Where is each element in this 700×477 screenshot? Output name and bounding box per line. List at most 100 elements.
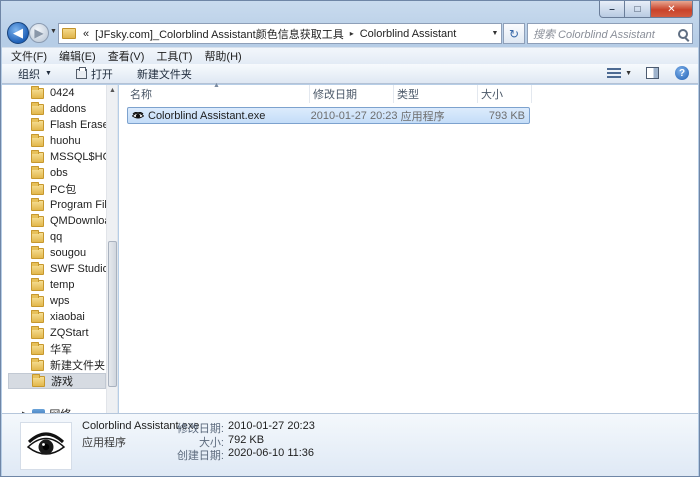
- file-type: 应用程序: [400, 110, 445, 123]
- sidebar-item-program-files[interactable]: Program Files: [8, 197, 106, 213]
- address-row: ◀ ▶ ▼ « [JFsky.com]_Colorblind Assistant…: [1, 19, 699, 47]
- breadcrumb-item[interactable]: [JFsky.com]_Colorblind Assistant颜色信息获取工具: [95, 26, 344, 42]
- eye-icon: [132, 111, 144, 118]
- sidebar-item-wps[interactable]: wps: [8, 293, 106, 309]
- folder-icon: [31, 101, 44, 115]
- sidebar-item-new-folder[interactable]: 新建文件夹: [8, 357, 106, 373]
- sidebar-item-temp[interactable]: temp: [8, 277, 106, 293]
- sidebar-item-label: 华军: [50, 344, 72, 356]
- address-bar[interactable]: « [JFsky.com]_Colorblind Assistant颜色信息获取…: [58, 23, 502, 44]
- sidebar-item-swf-studio[interactable]: SWF Studio: [8, 261, 106, 277]
- breadcrumb-item[interactable]: Colorblind Assistant: [360, 28, 457, 40]
- folder-icon: [31, 245, 44, 259]
- minimize-button[interactable]: –: [599, 1, 625, 18]
- file-date: 2010-01-27 20:23: [310, 109, 398, 122]
- sidebar-item-label: 0424: [50, 87, 75, 99]
- back-button[interactable]: ◀: [7, 22, 29, 44]
- details-size-value: 792 KB: [228, 434, 265, 446]
- sidebar-item-sougou[interactable]: sougou: [8, 245, 106, 261]
- folder-icon: [31, 117, 44, 131]
- sidebar-item-label: qq: [50, 231, 63, 243]
- folder-icon: [31, 133, 44, 147]
- folder-icon: [31, 165, 44, 179]
- file-list: 名称 ▲ 修改日期 类型 大小 Colorblind Assistant.exe…: [119, 82, 698, 413]
- sidebar-item-addons[interactable]: addons: [8, 101, 106, 117]
- sidebar-item-qq[interactable]: qq: [8, 229, 106, 245]
- preview-pane-icon[interactable]: [646, 67, 659, 79]
- sidebar-item-label: Flash Eraser: [50, 119, 106, 131]
- details-file-type: 应用程序: [82, 437, 126, 449]
- menu-help[interactable]: 帮助(H): [204, 48, 241, 64]
- search-input[interactable]: 搜索 Colorblind Assistant: [527, 23, 693, 44]
- scroll-up-icon[interactable]: ▲: [109, 87, 116, 94]
- nav-scrollbar[interactable]: ▲: [106, 85, 117, 413]
- menu-file[interactable]: 文件(F): [11, 48, 47, 64]
- menu-tools[interactable]: 工具(T): [156, 48, 192, 64]
- change-view-icon[interactable]: [607, 68, 622, 78]
- view-options-dropdown[interactable]: ▼: [625, 70, 632, 77]
- breadcrumb-overflow[interactable]: «: [83, 28, 89, 40]
- sidebar-item-mssql-home[interactable]: MSSQL$HOME: [8, 149, 106, 165]
- column-header-label: 类型: [397, 89, 419, 101]
- back-arrow-icon: ◀: [13, 25, 23, 40]
- sidebar-item-huajun[interactable]: 华军: [8, 341, 106, 357]
- sidebar-item-label: huohu: [50, 135, 81, 147]
- details-created-value: 2020-06-10 11:36: [228, 447, 315, 459]
- column-header-date[interactable]: 修改日期: [310, 85, 394, 103]
- file-name-cell: Colorblind Assistant.exe: [128, 110, 309, 122]
- sidebar-item-qmdownload[interactable]: QMDownload: [8, 213, 106, 229]
- scrollbar-thumb[interactable]: [108, 241, 117, 387]
- folder-icon: [31, 85, 44, 99]
- folder-icon: [31, 229, 44, 243]
- sidebar-item-label: 游戏: [51, 376, 73, 388]
- column-header-type[interactable]: 类型: [394, 85, 478, 103]
- details-pane: Colorblind Assistant.exe 应用程序 修改日期: 2010…: [2, 413, 698, 476]
- forward-button[interactable]: ▶: [29, 23, 49, 43]
- menu-edit[interactable]: 编辑(E): [59, 48, 96, 64]
- column-header-label: 大小: [481, 89, 503, 101]
- sidebar-item-label: xiaobai: [50, 311, 85, 323]
- new-folder-button[interactable]: 新建文件夹: [137, 66, 192, 82]
- menu-bar: 文件(F) 编辑(E) 查看(V) 工具(T) 帮助(H): [2, 47, 698, 64]
- sidebar-item-zqstart[interactable]: ZQStart: [8, 325, 106, 341]
- sidebar-item-network[interactable]: ▶ 网络: [22, 406, 71, 413]
- maximize-button[interactable]: □: [625, 1, 651, 18]
- sidebar-item-flash-eraser[interactable]: Flash Eraser: [8, 117, 106, 133]
- help-icon[interactable]: ?: [675, 66, 689, 80]
- breadcrumb-separator[interactable]: ▸: [350, 29, 354, 38]
- sidebar-item-label: sougou: [50, 247, 87, 259]
- sidebar-item-pc-bao[interactable]: PC包: [8, 181, 106, 197]
- folder-icon: [62, 28, 76, 39]
- refresh-button[interactable]: ↻: [503, 23, 525, 44]
- new-folder-label: 新建文件夹: [136, 68, 192, 81]
- open-button[interactable]: 打开: [75, 66, 113, 82]
- menu-view[interactable]: 查看(V): [108, 48, 145, 64]
- file-row[interactable]: Colorblind Assistant.exe 2010-01-27 20:2…: [127, 107, 530, 124]
- sidebar-item-0424[interactable]: 0424: [8, 85, 106, 101]
- column-header-label: 名称: [130, 89, 152, 101]
- folder-icon: [31, 277, 44, 291]
- folder-icon: [32, 374, 45, 387]
- folder-icon: [31, 293, 44, 307]
- column-header-label: 修改日期: [313, 89, 357, 101]
- folder-icon: [31, 309, 44, 323]
- sort-ascending-icon: ▲: [213, 82, 220, 89]
- open-icon: [75, 66, 87, 79]
- details-modified-value: 2010-01-27 20:23: [228, 420, 315, 432]
- sidebar-item-label: 网络: [49, 406, 71, 413]
- column-header-name[interactable]: 名称 ▲: [127, 82, 310, 103]
- column-header-size[interactable]: 大小: [478, 85, 532, 103]
- address-dropdown-icon[interactable]: ▼: [489, 30, 501, 37]
- sidebar-item-obs[interactable]: obs: [8, 165, 106, 181]
- forward-arrow-icon: ▶: [34, 26, 44, 40]
- search-icon[interactable]: [678, 28, 688, 39]
- close-button[interactable]: ✕: [651, 1, 693, 18]
- recent-pages-dropdown[interactable]: ▼: [50, 28, 57, 35]
- sidebar-item-xiaobai[interactable]: xiaobai: [8, 309, 106, 325]
- file-thumbnail: [20, 422, 72, 470]
- folder-icon: [31, 213, 44, 227]
- sidebar-item-games[interactable]: 游戏: [8, 373, 106, 389]
- sidebar-item-huohu[interactable]: huohu: [8, 133, 106, 149]
- folder-icon: [31, 261, 44, 275]
- organize-button[interactable]: 组织 ▼: [18, 66, 52, 82]
